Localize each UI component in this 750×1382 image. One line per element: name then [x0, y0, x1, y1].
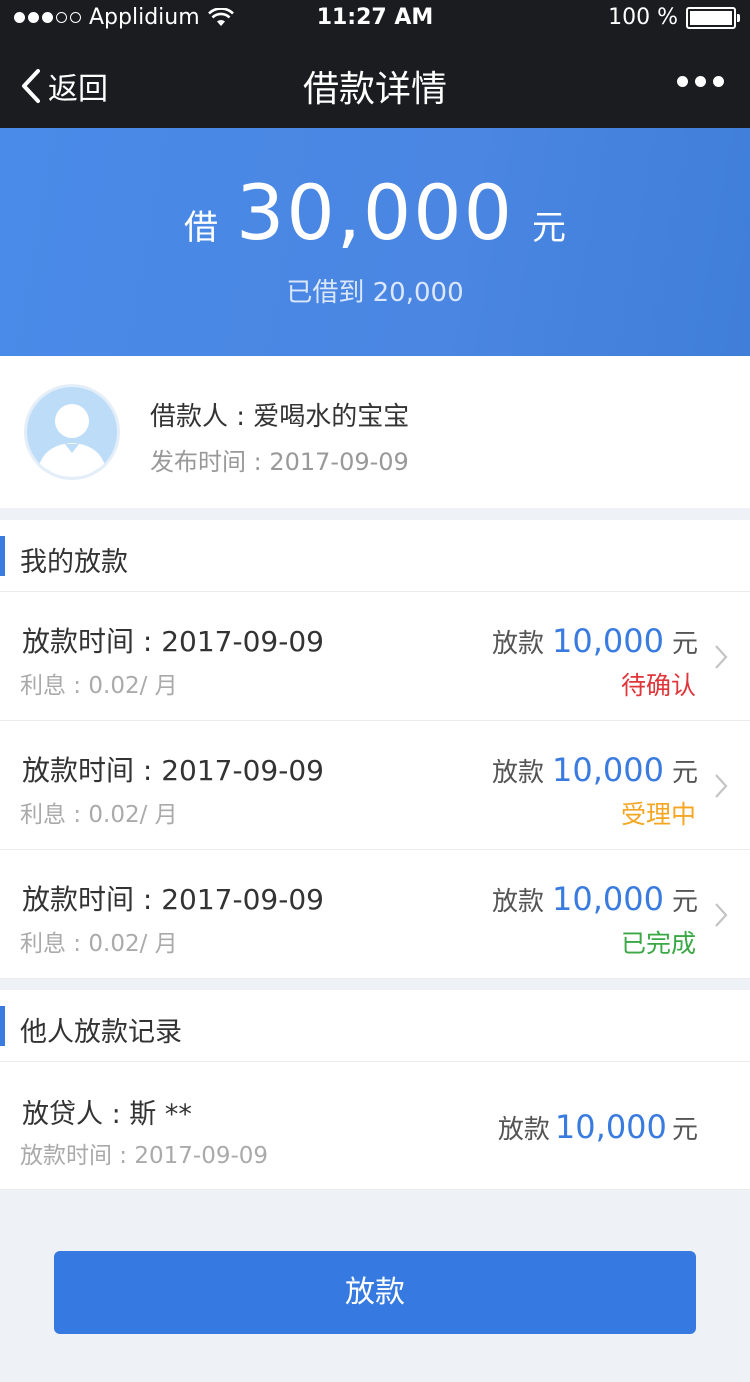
more-dot-icon — [713, 76, 724, 87]
chevron-right-icon — [715, 645, 728, 669]
loan-unit: 元 — [531, 208, 566, 248]
section-header-other-loans: 他人放款记录 — [0, 990, 750, 1062]
loan-row[interactable]: 放款时间 : 2017-09-09 利息 : 0.02/ 月 放款 10,000… — [0, 592, 750, 721]
status-badge: 已完成 — [620, 929, 696, 958]
nav-bar: 返回 借款详情 — [0, 40, 750, 128]
chevron-right-icon — [715, 903, 728, 927]
loan-amount-value: 10,000 — [552, 751, 664, 789]
loan-amount-value: 10,000 — [554, 1108, 667, 1146]
loan-interest: 利息 : 0.02/ 月 — [20, 673, 178, 699]
more-button[interactable] — [677, 76, 724, 87]
lender-name: 放贷人 : 斯 ** — [22, 1099, 192, 1130]
battery-icon — [686, 6, 740, 29]
loan-amount-label: 放款 — [497, 1115, 550, 1145]
section-title: 他人放款记录 — [20, 1017, 182, 1048]
loan-amount-row: 借 30,000 元 — [0, 168, 750, 257]
borrower-name: 借款人 : 爱喝水的宝宝 — [150, 402, 410, 432]
loan-amount: 30,000 — [236, 168, 514, 257]
loan-time: 放款时间 : 2017-09-09 — [22, 625, 324, 658]
loan-interest: 利息 : 0.02/ 月 — [20, 802, 178, 828]
loan-amount-value: 10,000 — [552, 880, 664, 918]
loan-row[interactable]: 放款时间 : 2017-09-09 利息 : 0.02/ 月 放款 10,000… — [0, 850, 750, 979]
status-badge: 待确认 — [620, 671, 696, 700]
lend-time: 放款时间 : 2017-09-09 — [20, 1143, 269, 1169]
loan-summary-banner: 借 30,000 元 已借到 20,000 — [0, 128, 750, 356]
loan-amount-label: 放款 — [492, 887, 545, 917]
user-avatar-icon — [37, 404, 107, 477]
loan-amount-unit: 元 — [671, 629, 698, 659]
publish-time: 发布时间 : 2017-09-09 — [150, 448, 409, 476]
status-right: 100 % — [608, 5, 740, 30]
loan-amount-unit: 元 — [671, 1115, 698, 1145]
loan-time: 放款时间 : 2017-09-09 — [22, 754, 324, 787]
loan-amount-value: 10,000 — [552, 622, 664, 660]
loan-interest: 利息 : 0.02/ 月 — [20, 931, 178, 957]
more-dot-icon — [677, 76, 688, 87]
loan-amount-unit: 元 — [671, 887, 698, 917]
page-title: 借款详情 — [302, 69, 447, 110]
more-dot-icon — [695, 76, 706, 87]
loan-amount-label: 放款 — [492, 629, 545, 659]
loan-row[interactable]: 放款时间 : 2017-09-09 利息 : 0.02/ 月 放款 10,000… — [0, 721, 750, 850]
loan-amount-group: 放款 10,000 元 — [498, 1108, 698, 1146]
chevron-right-icon — [715, 774, 728, 798]
borrower-card: 借款人 : 爱喝水的宝宝 发布时间 : 2017-09-09 — [0, 356, 750, 508]
status-bar: Applidium 11:27 AM 100 % — [0, 0, 750, 40]
status-badge: 受理中 — [620, 800, 696, 829]
loan-amount-group: 放款 10,000 元 — [492, 751, 698, 789]
loan-time: 放款时间 : 2017-09-09 — [22, 883, 324, 916]
section-title: 我的放款 — [20, 547, 128, 578]
battery-percent: 100 % — [608, 5, 678, 30]
lend-button[interactable]: 放款 — [54, 1251, 696, 1334]
list-item: 放贷人 : 斯 ** 放款时间 : 2017-09-09 放款 10,000 元 — [0, 1062, 750, 1190]
loan-amount-unit: 元 — [671, 758, 698, 788]
avatar — [24, 384, 120, 480]
borrowed-amount: 已借到 20,000 — [286, 278, 464, 308]
section-header-my-loans: 我的放款 — [0, 520, 750, 592]
loan-amount-label: 放款 — [492, 758, 545, 788]
loan-amount-group: 放款 10,000 元 — [492, 880, 698, 918]
loan-amount-group: 放款 10,000 元 — [492, 622, 698, 660]
loan-prefix: 借 — [184, 208, 219, 248]
